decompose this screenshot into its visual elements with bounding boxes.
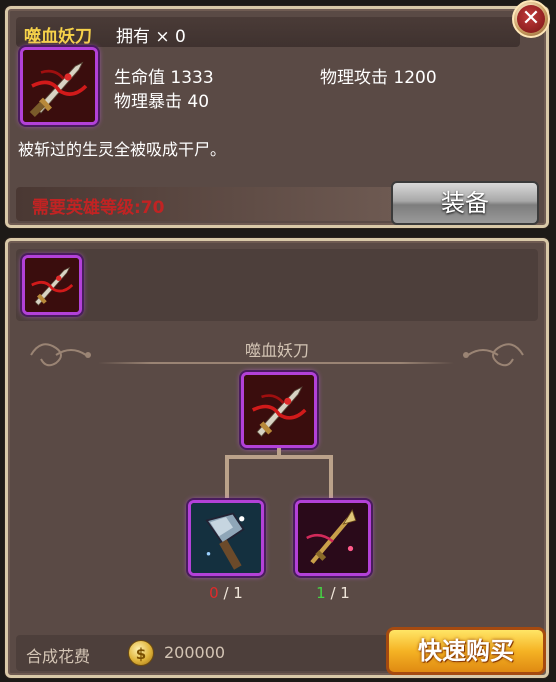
recipe-title: 噬血妖刀 [244,341,309,360]
material-item-spear[interactable] [295,500,371,576]
material-have: 1 [316,584,326,602]
blood-blade-icon [244,375,314,445]
spear-icon [298,503,368,573]
blood-blade-icon [25,258,79,312]
recipe-panel: 噬血妖刀 0 / 1 1 / 1 合成花费 $ 200000 [5,238,549,678]
level-requirement-bar: 需要英雄等级:70 [16,187,396,221]
item-title-bar: 噬血妖刀 拥有 × 0 [16,17,520,47]
material-need: / 1 [223,584,243,602]
required-level: 需要英雄等级:70 [32,198,165,218]
stat-hp: 生命值 1333 [114,68,214,88]
recipe-result-item[interactable] [241,372,317,448]
material-count-hammer: 0 / 1 [196,584,256,602]
quick-buy-button[interactable]: 快速购买 [386,627,546,675]
material-count-spear: 1 / 1 [303,584,363,602]
gold-coin-icon: $ [128,640,154,666]
material-have: 0 [209,584,219,602]
owned-count: 拥有 × 0 [116,27,186,47]
recipe-divider [98,362,454,364]
stat-phys-attack: 物理攻击 1200 [320,68,437,88]
tree-connector [329,455,333,501]
craft-cost-label: 合成花费 [26,647,91,666]
tree-connector [225,455,229,501]
item-detail-panel: 噬血妖刀 拥有 × 0 生命值 1333 物理暴击 40 物理攻击 1200 被… [5,6,549,228]
material-need: / 1 [330,584,350,602]
item-name: 噬血妖刀 [24,27,92,47]
close-button[interactable]: ✕ [512,0,550,38]
hammer-icon [191,503,261,573]
material-item-hammer[interactable] [188,500,264,576]
item-portrait [20,47,98,125]
recipe-header [16,249,538,321]
stat-phys-crit: 物理暴击 40 [114,92,210,112]
item-description: 被斩过的生灵全被吸成干尸。 [18,140,227,159]
recipe-selected-item[interactable] [22,255,82,315]
tree-connector [225,455,333,459]
craft-cost-value: 200000 [164,643,226,662]
blood-blade-icon [23,50,95,122]
equip-button[interactable]: 装备 [391,181,539,225]
close-icon: ✕ [517,5,545,33]
